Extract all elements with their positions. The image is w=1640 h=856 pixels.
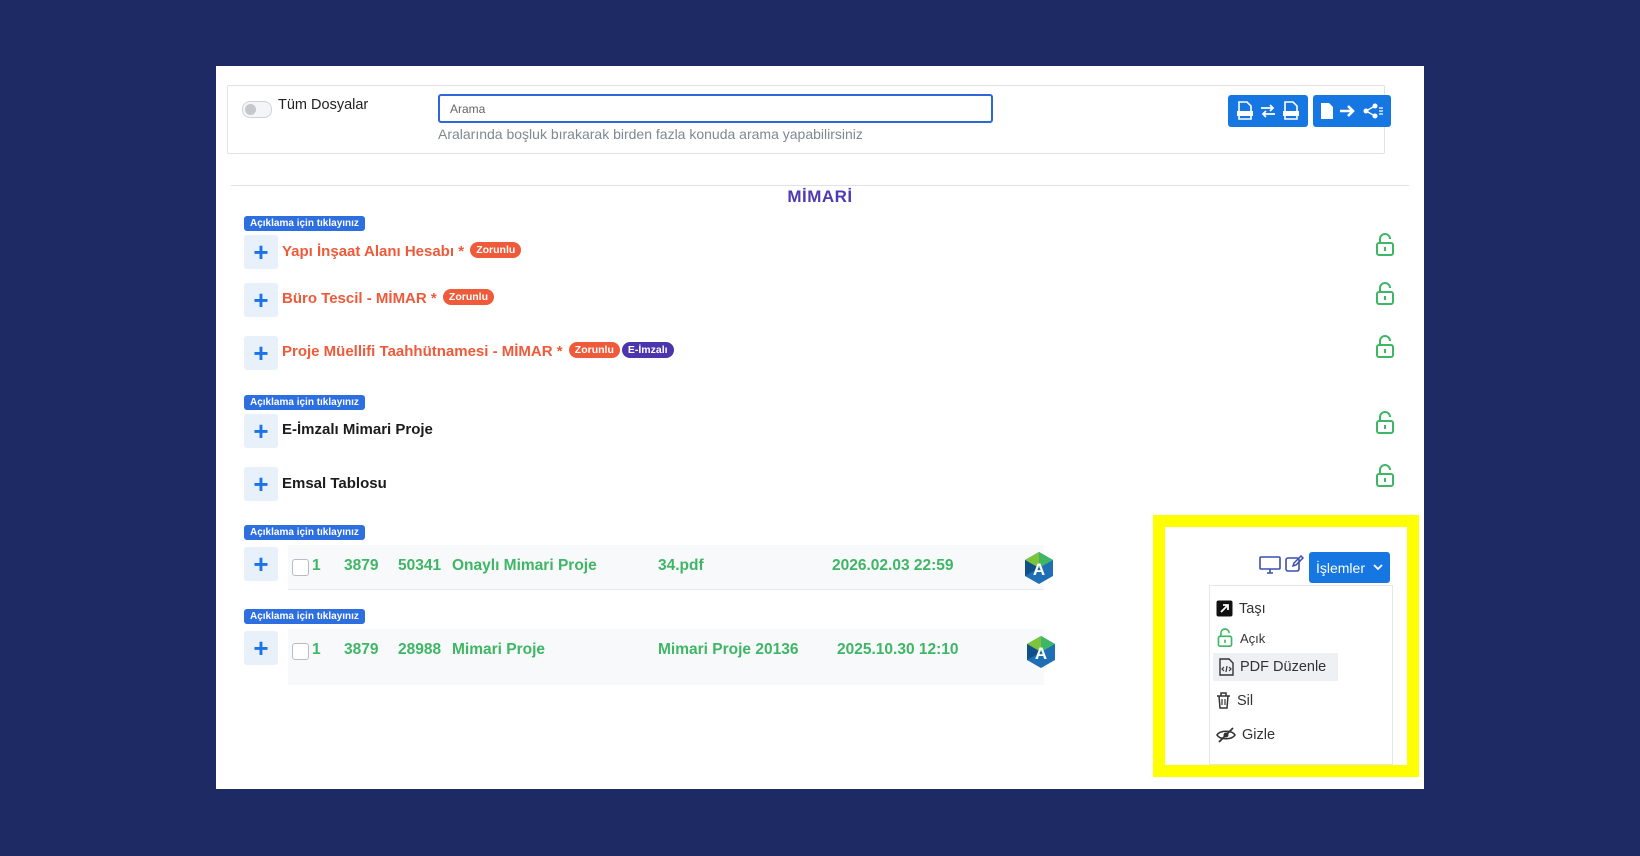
section-title: MİMARİ: [787, 187, 853, 206]
file-row: 1 3879 50341 Onaylı Mimari Proje 34.pdf …: [288, 545, 1044, 590]
document-title[interactable]: Yapı İnşaat Alanı Hesabı * Zorunlu: [282, 242, 522, 260]
avatar-letter: A: [1035, 644, 1047, 663]
document-title-text: Yapı İnşaat Alanı Hesabı: [282, 243, 455, 260]
chevron-down-icon: [1373, 564, 1383, 571]
add-button[interactable]: +: [244, 283, 278, 317]
file-row: 1 3879 28988 Mimari Proje Mimari Proje 2…: [288, 629, 1044, 685]
e-signed-tag: E-İmzalı: [621, 342, 674, 358]
unlock-icon[interactable]: [1374, 282, 1396, 306]
menu-item-label: PDF Düzenle: [1240, 659, 1327, 675]
move-icon: [1216, 600, 1233, 617]
unlock-icon[interactable]: [1374, 411, 1396, 435]
edit-icon[interactable]: [1285, 555, 1305, 573]
document-title-text: Büro Tescil - MİMAR: [282, 290, 427, 307]
menu-item-label: Gizle: [1242, 727, 1276, 743]
menu-item-hide[interactable]: Gizle: [1216, 727, 1275, 743]
actions-menu: Taşı Açık PDF Düzenle Sil Gizle: [1209, 585, 1393, 765]
search-hint: Aralarında boşluk bırakarak birden fazla…: [438, 126, 863, 142]
share-icon: [1363, 103, 1383, 119]
date-cell: 2025.10.30 12:10: [837, 641, 959, 658]
required-mark: *: [430, 290, 437, 307]
pdf-edit-icon: [1219, 658, 1234, 676]
row-checkbox[interactable]: [292, 643, 309, 660]
file-name-cell[interactable]: Mimari Proje: [452, 641, 545, 659]
required-tag: Zorunlu: [470, 242, 522, 258]
file-icon: [1321, 103, 1333, 119]
required-tag: Zorunlu: [442, 289, 494, 305]
add-button[interactable]: +: [244, 336, 278, 370]
exchange-icon: [1261, 104, 1275, 118]
required-mark: *: [556, 343, 563, 360]
required-mark: *: [458, 243, 465, 260]
arrow-right-icon: [1340, 105, 1355, 117]
description-badge[interactable]: Açıklama için tıklayınız: [244, 609, 365, 624]
actions-dropdown-button[interactable]: İşlemler: [1309, 552, 1390, 583]
menu-item-label: Sil: [1237, 692, 1254, 709]
add-button[interactable]: +: [244, 547, 278, 581]
add-button[interactable]: +: [244, 467, 278, 501]
file-no-cell: 28988: [398, 641, 442, 658]
monitor-icon[interactable]: [1259, 556, 1281, 574]
add-button[interactable]: +: [244, 414, 278, 448]
menu-item-move[interactable]: Taşı: [1216, 600, 1266, 617]
all-files-toggle[interactable]: [242, 101, 272, 118]
date-cell: 2026.02.03 22:59: [832, 557, 954, 574]
required-tag: Zorunlu: [568, 342, 620, 358]
avatar-letter: A: [1033, 560, 1045, 579]
unlock-icon[interactable]: [1374, 233, 1396, 257]
share-file-button[interactable]: [1313, 95, 1391, 127]
unlock-icon: [1217, 628, 1233, 647]
description-badge[interactable]: Açıklama için tıklayınız: [244, 395, 365, 410]
search-input[interactable]: [438, 94, 993, 123]
menu-item-unlock[interactable]: Açık: [1216, 628, 1265, 648]
all-files-label: Tüm Dosyalar: [278, 97, 369, 113]
file-link[interactable]: 34.pdf: [658, 557, 704, 575]
add-button[interactable]: +: [244, 631, 278, 665]
unlock-icon[interactable]: [1374, 335, 1396, 359]
project-no-cell: 3879: [344, 557, 379, 574]
file-no-cell: 50341: [398, 557, 442, 574]
row-checkbox[interactable]: [292, 559, 309, 576]
document-title[interactable]: Emsal Tablosu: [282, 475, 387, 492]
eye-slash-icon: [1216, 727, 1236, 743]
menu-item-label: Açık: [1240, 630, 1266, 646]
document-title-text: Proje Müellifi Taahhütnamesi - MİMAR: [282, 343, 553, 360]
description-badge[interactable]: Açıklama için tıklayınız: [244, 525, 365, 540]
version-cell: 1: [312, 641, 321, 658]
section-divider: [231, 185, 1409, 186]
document-title[interactable]: Proje Müellifi Taahhütnamesi - MİMAR * Z…: [282, 342, 674, 360]
dwg-file-icon: [1237, 101, 1253, 120]
trash-icon: [1217, 692, 1230, 709]
user-avatar-logo: A: [1027, 636, 1055, 668]
menu-item-delete[interactable]: Sil: [1216, 692, 1253, 709]
user-avatar-logo: A: [1025, 552, 1053, 584]
unlock-icon[interactable]: [1374, 464, 1396, 488]
description-badge[interactable]: Açıklama için tıklayınız: [244, 216, 365, 231]
menu-item-pdf-edit[interactable]: PDF Düzenle: [1213, 653, 1339, 681]
document-title[interactable]: E-İmzalı Mimari Proje: [282, 421, 433, 438]
menu-item-label: Taşı: [1239, 600, 1266, 617]
dwg-convert-button[interactable]: [1228, 95, 1308, 127]
project-no-cell: 3879: [344, 641, 379, 658]
file-link[interactable]: Mimari Proje 20136: [658, 641, 798, 659]
toggle-knob: [245, 104, 256, 115]
version-cell: 1: [312, 557, 321, 574]
document-title[interactable]: Büro Tescil - MİMAR * Zorunlu: [282, 289, 494, 307]
file-name-cell[interactable]: Onaylı Mimari Proje: [452, 557, 597, 575]
add-button[interactable]: +: [244, 235, 278, 269]
actions-button-label: İşlemler: [1315, 559, 1365, 576]
dwg-file-icon: [1283, 101, 1299, 120]
